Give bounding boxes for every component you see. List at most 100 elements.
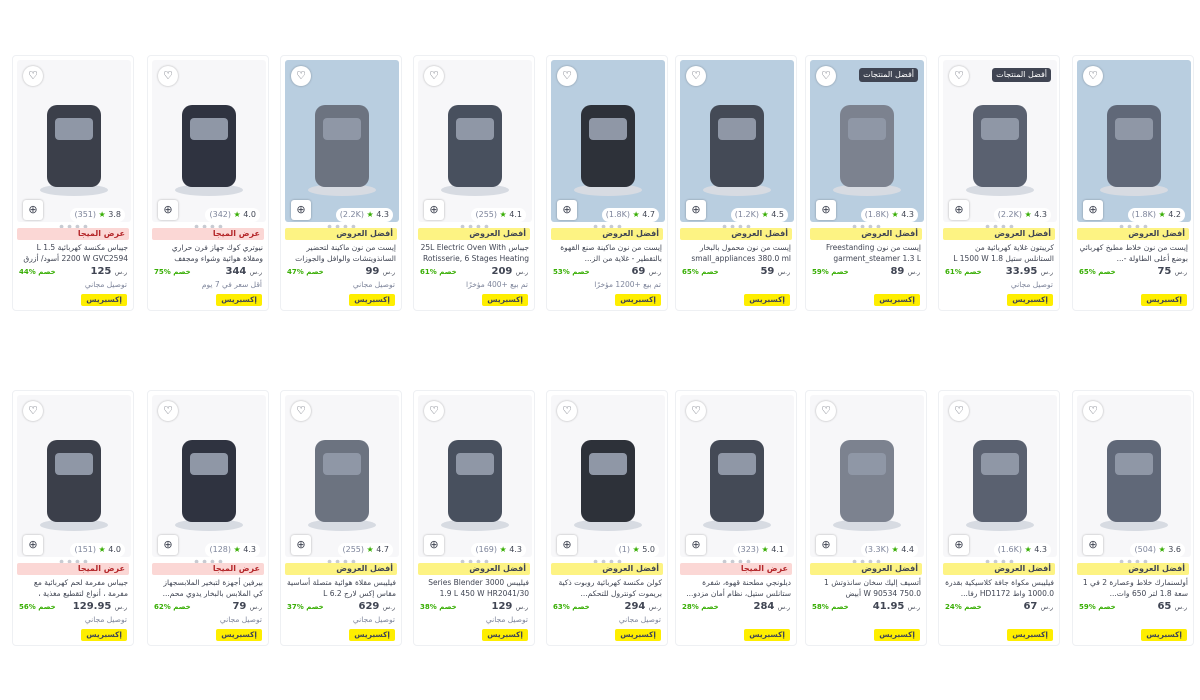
product-image[interactable]: ♡ ⊕ (151) ★ 4.0 [17,395,131,557]
wishlist-heart-icon[interactable]: ♡ [557,66,577,86]
product-image[interactable]: ♡ ⊕ (128) ★ 4.3 [152,395,266,557]
product-title[interactable]: إيست من نون محمول بالبخار small_applianc… [681,242,791,264]
currency: ر.س [1040,604,1053,611]
product-image[interactable]: ♡ ⊕ (1.8K) ★ 4.2 [1077,60,1191,222]
product-card-7[interactable]: أفضل المنتجات ♡ ⊕ (1.8K) ★ 4.3 ● ● ● ● أ… [805,55,927,311]
wishlist-heart-icon[interactable]: ♡ [949,401,969,421]
wishlist-heart-icon[interactable]: ♡ [816,401,836,421]
product-image[interactable]: ♡ ⊕ (504) ★ 3.6 [1077,395,1191,557]
rating-value: 3.6 [1168,545,1181,554]
wishlist-heart-icon[interactable]: ♡ [424,401,444,421]
product-image[interactable]: ♡ ⊕ (1.8K) ★ 4.7 [551,60,665,222]
add-to-cart-icon[interactable]: ⊕ [291,535,311,555]
product-card-4[interactable]: ♡ ⊕ (169) ★ 4.3 ● ● ● ● أفضل العروض فيلي… [413,390,535,646]
add-to-cart-icon[interactable]: ⊕ [949,200,969,220]
product-card-7[interactable]: ♡ ⊕ (3.3K) ★ 4.4 ● ● ● ● أفضل العروض أتس… [805,390,927,646]
add-to-cart-icon[interactable]: ⊕ [816,535,836,555]
rating-value: 4.7 [642,210,655,219]
add-to-cart-icon[interactable]: ⊕ [686,535,706,555]
product-title[interactable]: إيست من نون ماكينة لتحضير السانذويتشات و… [286,242,396,264]
wishlist-heart-icon[interactable]: ♡ [291,401,311,421]
product-image[interactable]: ♡ ⊕ (351) ★ 3.8 [17,60,131,222]
wishlist-heart-icon[interactable]: ♡ [686,401,706,421]
rating-value: 4.3 [376,210,389,219]
product-card-4[interactable]: ♡ ⊕ (255) ★ 4.1 ● ● ● ● أفضل العروض جيبا… [413,55,535,311]
wishlist-heart-icon[interactable]: ♡ [158,401,178,421]
wishlist-heart-icon[interactable]: ♡ [557,401,577,421]
product-image[interactable]: ♡ ⊕ (342) ★ 4.0 [152,60,266,222]
product-card-2[interactable]: ♡ ⊕ (342) ★ 4.0 ● ● ● ● عرض الميجا نيوتر… [147,55,269,311]
wishlist-heart-icon[interactable]: ♡ [158,66,178,86]
add-to-cart-icon[interactable]: ⊕ [424,535,444,555]
wishlist-heart-icon[interactable]: ♡ [1083,401,1103,421]
wishlist-heart-icon[interactable]: ♡ [23,66,43,86]
product-image[interactable]: أفضل المنتجات ♡ ⊕ (1.8K) ★ 4.3 [810,60,924,222]
product-title[interactable]: إيست من نون خلاط مطبخ كهربائي بوضع أعلى … [1078,242,1188,264]
product-card-2[interactable]: ♡ ⊕ (128) ★ 4.3 ● ● ● ● عرض الميجا بيرفي… [147,390,269,646]
product-card-1[interactable]: ♡ ⊕ (351) ★ 3.8 ● ● ● ● عرض الميجا جيباس… [12,55,134,311]
wishlist-heart-icon[interactable]: ♡ [686,66,706,86]
add-to-cart-icon[interactable]: ⊕ [424,200,444,220]
product-title[interactable]: كريبتون غلاية كهربائية من الستانلس ستيل … [944,242,1054,264]
rating-count: (2.2K) [339,210,364,219]
product-image[interactable]: ♡ ⊕ (255) ★ 4.1 [418,60,532,222]
add-to-cart-icon[interactable]: ⊕ [816,200,836,220]
product-title[interactable]: أولسنمارك خلاط وعصارة 2 في 1 سعة 1.8 لتر… [1078,577,1188,599]
product-title[interactable]: فيليبس Series Blender 3000 1.9 L 450 W H… [419,577,529,599]
add-to-cart-icon[interactable]: ⊕ [23,535,43,555]
product-card-9[interactable]: ♡ ⊕ (1.8K) ★ 4.2 ● ● ● ● أفضل العروض إيس… [1072,55,1194,311]
wishlist-heart-icon[interactable]: ♡ [23,401,43,421]
add-to-cart-icon[interactable]: ⊕ [1083,200,1103,220]
product-title[interactable]: فيليبس مكواة جافة كلاسيكية بقدرة 1000.0 … [944,577,1054,599]
product-title[interactable]: جيباس مكنسة كهربائية 1.5 L 2200 W GVC259… [18,242,128,264]
product-title[interactable]: إيست من نون ماكينة صنع القهوة بالتقطير -… [552,242,662,264]
wishlist-heart-icon[interactable]: ♡ [949,66,969,86]
product-card-6[interactable]: ♡ ⊕ (323) ★ 4.1 ● ● ● ● عرض الميجا ديلون… [675,390,797,646]
add-to-cart-icon[interactable]: ⊕ [949,535,969,555]
product-title[interactable]: بيرفين أجهزة لتبخير الملابسجهاز كي الملا… [153,577,263,599]
product-image[interactable]: أفضل المنتجات ♡ ⊕ (2.2K) ★ 4.3 [943,60,1057,222]
product-title[interactable]: نيوتري كوك جهاز فرن حراري ومقلاة هوائية … [153,242,263,264]
product-title[interactable]: جيباس 25L Electric Oven With Rotisserie,… [419,242,529,264]
product-image[interactable]: ♡ ⊕ (1) ★ 5.0 [551,395,665,557]
add-to-cart-icon[interactable]: ⊕ [557,535,577,555]
product-image[interactable]: ♡ ⊕ (323) ★ 4.1 [680,395,794,557]
delivery-text: توصيل مجاني [219,615,262,624]
product-title[interactable]: أتسيف إليك سخان سانذوتش 1 750.0 W 90534 … [811,577,921,599]
product-card-5[interactable]: ♡ ⊕ (1) ★ 5.0 ● ● ● ● أفضل العروض كولن م… [546,390,668,646]
product-image[interactable]: ♡ ⊕ (2.2K) ★ 4.3 [285,60,399,222]
add-to-cart-icon[interactable]: ⊕ [291,200,311,220]
add-to-cart-icon[interactable]: ⊕ [686,200,706,220]
product-card-5[interactable]: ♡ ⊕ (1.8K) ★ 4.7 ● ● ● ● أفضل العروض إيس… [546,55,668,311]
price-value: 294 [624,601,646,612]
product-title[interactable]: كولن مكنسة كهربائية روبوت ذكية بريموت كو… [552,577,662,599]
product-image[interactable]: ♡ ⊕ (169) ★ 4.3 [418,395,532,557]
product-card-8[interactable]: أفضل المنتجات ♡ ⊕ (2.2K) ★ 4.3 ● ● ● ● أ… [938,55,1060,311]
deal-badge: أفضل العروض [418,563,530,575]
rating-count: (255) [342,545,364,554]
add-to-cart-icon[interactable]: ⊕ [1083,535,1103,555]
product-title[interactable]: فيليبس مقلاة هوائية متصلة أساسية مقاس إك… [286,577,396,599]
product-title[interactable]: إيست من نون Freestanding garment_steamer… [811,242,921,264]
product-image[interactable]: ♡ ⊕ (1.6K) ★ 4.3 [943,395,1057,557]
add-to-cart-icon[interactable]: ⊕ [158,535,178,555]
product-title[interactable]: ديلونجي مطحنة قهوة، شفرة ستانلس ستيل، نظ… [681,577,791,599]
product-card-8[interactable]: ♡ ⊕ (1.6K) ★ 4.3 ● ● ● ● أفضل العروض فيل… [938,390,1060,646]
rating-value: 4.5 [771,210,784,219]
product-title[interactable]: جيباس مفرمة لحم كهربائية مع مفرمة ، أنوا… [18,577,128,599]
wishlist-heart-icon[interactable]: ♡ [1083,66,1103,86]
product-card-1[interactable]: ♡ ⊕ (151) ★ 4.0 ● ● ● ● عرض الميجا جيباس… [12,390,134,646]
product-image[interactable]: ♡ ⊕ (255) ★ 4.7 [285,395,399,557]
product-image[interactable]: ♡ ⊕ (1.2K) ★ 4.5 [680,60,794,222]
product-card-6[interactable]: ♡ ⊕ (1.2K) ★ 4.5 ● ● ● ● أفضل العروض إيس… [675,55,797,311]
add-to-cart-icon[interactable]: ⊕ [557,200,577,220]
add-to-cart-icon[interactable]: ⊕ [23,200,43,220]
product-card-3[interactable]: ♡ ⊕ (255) ★ 4.7 ● ● ● ● أفضل العروض فيلي… [280,390,402,646]
wishlist-heart-icon[interactable]: ♡ [424,66,444,86]
add-to-cart-icon[interactable]: ⊕ [158,200,178,220]
wishlist-heart-icon[interactable]: ♡ [816,66,836,86]
product-image[interactable]: ♡ ⊕ (3.3K) ★ 4.4 [810,395,924,557]
wishlist-heart-icon[interactable]: ♡ [291,66,311,86]
product-card-3[interactable]: ♡ ⊕ (2.2K) ★ 4.3 ● ● ● ● أفضل العروض إيس… [280,55,402,311]
product-card-9[interactable]: ♡ ⊕ (504) ★ 3.6 ● ● ● ● أفضل العروض أولس… [1072,390,1194,646]
